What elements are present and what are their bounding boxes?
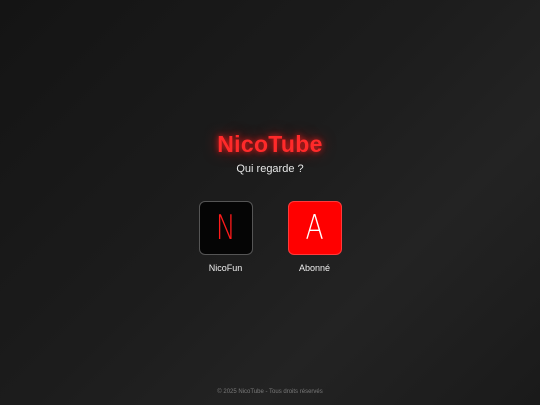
profile-avatar-abonne[interactable]: A — [287, 201, 342, 255]
profile-name: Abonné — [298, 263, 331, 273]
profile-avatar-nicofun[interactable]: N — [198, 201, 253, 255]
profile-card-nicofun[interactable]: N NicoFun — [198, 201, 253, 273]
profile-card-abonne[interactable]: A Abonné — [287, 201, 342, 273]
profile-initial: A — [305, 208, 324, 248]
profile-name: NicoFun — [208, 263, 243, 273]
profile-list: N NicoFun A Abonné — [0, 201, 540, 273]
brand-title: NicoTube — [217, 131, 323, 157]
who-is-watching-prompt: Qui regarde ? — [236, 163, 304, 175]
copyright-footer: © 2025 NicoTube - Tous droits réservés — [217, 389, 323, 395]
profile-initial: N — [215, 208, 236, 248]
